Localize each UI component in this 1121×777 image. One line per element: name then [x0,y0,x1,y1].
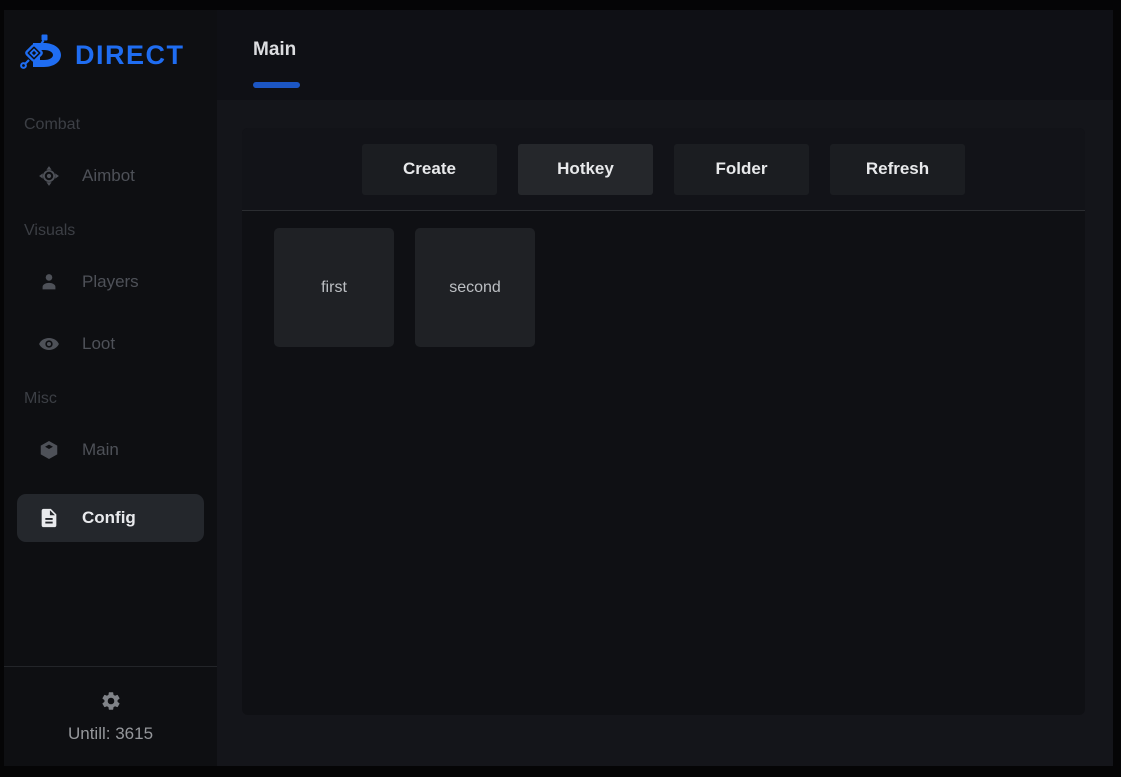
sidebar-item-label: Config [82,508,136,528]
sidebar: DIRECT Combat Aimbot Visuals [4,10,217,766]
sidebar-item-label: Aimbot [82,166,135,186]
sidebar-section-combat: Combat [4,116,217,134]
main-header: Main [217,10,1113,100]
folder-button[interactable]: Folder [674,144,809,195]
sidebar-item-loot[interactable]: Loot [4,324,217,364]
brand-name: DIRECT [75,40,185,71]
configs-panel: Create Hotkey Folder Refresh first secon… [242,128,1085,715]
config-tile-list: first second [242,211,1085,347]
config-tile-first[interactable]: first [274,228,394,347]
document-icon [38,507,60,529]
config-tile-second[interactable]: second [415,228,535,347]
tab-main[interactable]: Main [253,39,300,88]
sidebar-item-aimbot[interactable]: Aimbot [4,156,217,196]
sidebar-section-visuals: Visuals [4,222,217,240]
sidebar-nav: Combat Aimbot Visuals [4,100,217,666]
main-area: Main Create Hotkey Folder Refresh first … [217,10,1113,766]
sidebar-item-main[interactable]: Main [4,430,217,470]
license-until-text: Untill: 3615 [68,724,153,744]
sidebar-item-players[interactable]: Players [4,262,217,302]
gear-icon[interactable] [100,690,122,712]
sidebar-section-misc: Misc [4,390,217,408]
cube-icon [38,439,60,461]
app-window: DIRECT Combat Aimbot Visuals [4,10,1113,766]
tab-label: Main [253,39,300,61]
refresh-button[interactable]: Refresh [830,144,965,195]
sidebar-item-label: Main [82,440,119,460]
main-content: Create Hotkey Folder Refresh first secon… [217,100,1113,766]
eye-icon [38,333,60,355]
sidebar-footer: Untill: 3615 [4,666,217,766]
person-icon [38,271,60,293]
sidebar-item-label: Loot [82,334,115,354]
sidebar-item-label: Players [82,272,139,292]
sidebar-item-config[interactable]: Config [17,494,204,542]
active-tab-indicator [253,82,300,88]
hotkey-button[interactable]: Hotkey [518,144,653,195]
crosshair-icon [38,165,60,187]
brand: DIRECT [4,10,217,100]
create-button[interactable]: Create [362,144,497,195]
configs-toolbar: Create Hotkey Folder Refresh [242,128,1085,211]
brand-logo-icon [18,31,66,79]
